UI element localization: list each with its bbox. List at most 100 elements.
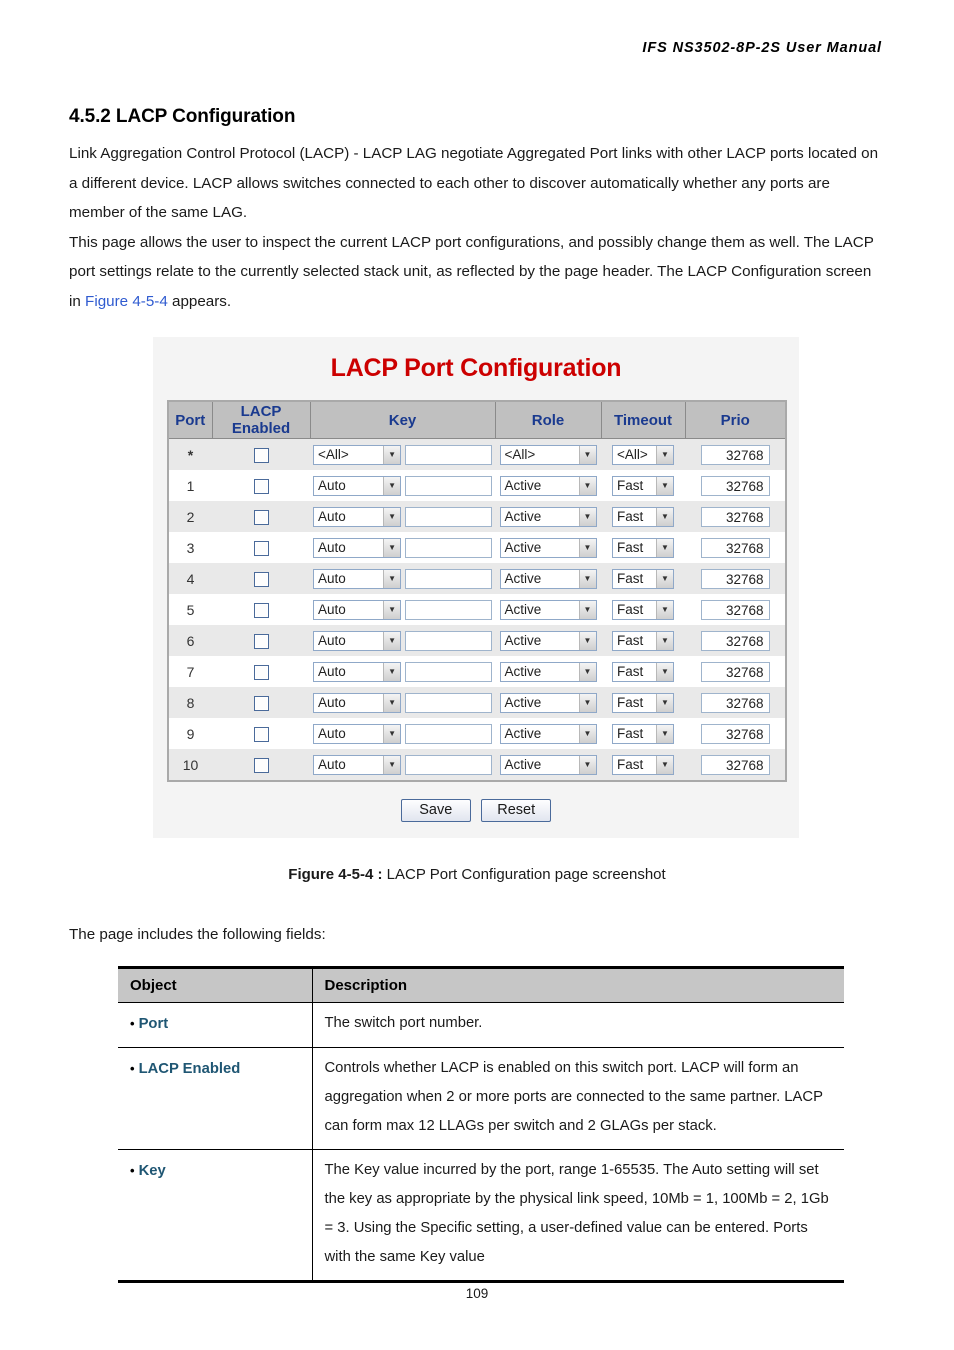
field-description-table: Object Description • Port The switch port …	[118, 966, 844, 1283]
timeout-cell: Fast ▼	[601, 501, 685, 532]
key-value-input[interactable]	[404, 475, 492, 496]
prio-input[interactable]: 32768	[700, 568, 770, 589]
role-select[interactable]: Active ▼	[499, 506, 597, 527]
prio-input[interactable]: 32768	[700, 692, 770, 713]
key-mode-select[interactable]: Auto ▼	[313, 754, 402, 775]
lacp-enabled-checkbox[interactable]	[253, 571, 269, 587]
reset-button[interactable]: Reset	[481, 799, 552, 822]
prio-cell: 32768	[685, 563, 785, 594]
timeout-cell: Fast ▼	[601, 470, 685, 501]
key-mode-select[interactable]: <All> ▼	[313, 444, 402, 465]
desc-column-header-description: Description	[312, 967, 844, 1003]
key-value-input[interactable]	[404, 723, 492, 744]
prio-input[interactable]: 32768	[700, 475, 770, 496]
column-header-timeout: Timeout	[601, 402, 686, 439]
prio-input[interactable]: 32768	[700, 599, 770, 620]
lacp-enabled-checkbox[interactable]	[253, 509, 269, 525]
key-mode-select-value: Auto	[318, 726, 346, 741]
table-row: • LACP Enabled Controls whether LACP is en…	[118, 1047, 844, 1150]
timeout-select[interactable]: Fast ▼	[612, 630, 674, 651]
chevron-down-icon: ▼	[656, 445, 673, 464]
port-number-cell: 8	[169, 687, 212, 718]
table-row: 9 Auto ▼ Active ▼ Fast ▼ 32768	[169, 718, 785, 749]
key-value-input[interactable]	[404, 444, 492, 465]
lacp-enabled-checkbox[interactable]	[253, 695, 269, 711]
prio-input[interactable]: 32768	[700, 754, 770, 775]
role-select[interactable]: Active ▼	[499, 723, 597, 744]
key-mode-select[interactable]: Auto ▼	[313, 661, 402, 682]
prio-input[interactable]: 32768	[700, 537, 770, 558]
key-mode-select[interactable]: Auto ▼	[313, 568, 402, 589]
timeout-select[interactable]: Fast ▼	[612, 599, 674, 620]
role-cell: Active ▼	[495, 749, 601, 780]
key-mode-select[interactable]: Auto ▼	[313, 506, 402, 527]
key-value-input[interactable]	[404, 692, 492, 713]
save-button[interactable]: Save	[400, 799, 471, 822]
object-name-text: LACP Enabled	[138, 1061, 241, 1077]
chevron-down-icon: ▼	[578, 755, 596, 774]
timeout-cell: Fast ▼	[601, 749, 685, 780]
role-select[interactable]: Active ▼	[499, 537, 597, 558]
timeout-select[interactable]: <All> ▼	[612, 444, 674, 465]
role-select[interactable]: Active ▼	[499, 475, 597, 496]
key-value-input[interactable]	[404, 506, 492, 527]
key-value-input[interactable]	[404, 754, 492, 775]
timeout-select[interactable]: Fast ▼	[612, 475, 674, 496]
prio-input[interactable]: 32768	[700, 661, 770, 682]
timeout-select[interactable]: Fast ▼	[612, 754, 674, 775]
key-mode-select[interactable]: Auto ▼	[313, 723, 402, 744]
lacp-enabled-checkbox[interactable]	[253, 757, 269, 773]
key-mode-select[interactable]: Auto ▼	[313, 599, 402, 620]
role-select[interactable]: Active ▼	[499, 599, 597, 620]
key-value-input[interactable]	[404, 537, 492, 558]
timeout-select[interactable]: Fast ▼	[612, 506, 674, 527]
role-select[interactable]: <All> ▼	[499, 444, 597, 465]
key-value-input[interactable]	[404, 661, 492, 682]
lacp-enabled-checkbox[interactable]	[253, 664, 269, 680]
key-value-input[interactable]	[404, 630, 492, 651]
role-select[interactable]: Active ▼	[499, 692, 597, 713]
fields-lead-in-text: The page includes the following fields:	[69, 926, 326, 943]
lacp-enabled-cell	[212, 594, 310, 625]
lacp-enabled-checkbox[interactable]	[253, 478, 269, 494]
role-select[interactable]: Active ▼	[499, 661, 597, 682]
port-number-cell: 10	[169, 749, 212, 780]
role-cell: Active ▼	[495, 594, 601, 625]
timeout-select[interactable]: Fast ▼	[612, 661, 674, 682]
timeout-select[interactable]: Fast ▼	[612, 692, 674, 713]
key-mode-select[interactable]: Auto ▼	[313, 537, 402, 558]
role-select-value: Active	[504, 509, 542, 524]
key-mode-select[interactable]: Auto ▼	[313, 692, 402, 713]
lacp-enabled-checkbox[interactable]	[253, 726, 269, 742]
column-header-lacp-enabled: LACP Enabled	[212, 402, 311, 439]
lacp-port-configuration-table-container: Port LACP Enabled Key Role Timeout Prio …	[167, 400, 787, 782]
prio-input[interactable]: 32768	[700, 723, 770, 744]
chevron-down-icon: ▼	[578, 507, 596, 526]
key-value-input[interactable]	[404, 568, 492, 589]
lacp-enabled-checkbox[interactable]	[253, 447, 269, 463]
chevron-down-icon: ▼	[383, 724, 401, 743]
role-select[interactable]: Active ▼	[499, 568, 597, 589]
lacp-enabled-checkbox[interactable]	[253, 633, 269, 649]
prio-input[interactable]: 32768	[700, 444, 770, 465]
figure-cross-reference-link[interactable]: Figure 4-5-4	[85, 293, 168, 310]
chevron-down-icon: ▼	[578, 631, 596, 650]
lacp-enabled-cell	[212, 438, 310, 470]
lacp-enabled-checkbox[interactable]	[253, 540, 269, 556]
lacp-enabled-cell	[212, 470, 310, 501]
bullet-icon: •	[130, 1163, 135, 1178]
key-mode-select[interactable]: Auto ▼	[313, 475, 402, 496]
key-mode-select-value: Auto	[318, 664, 346, 679]
key-value-input[interactable]	[404, 599, 492, 620]
timeout-select[interactable]: Fast ▼	[612, 537, 674, 558]
role-select[interactable]: Active ▼	[499, 754, 597, 775]
key-cell: Auto ▼	[310, 749, 495, 780]
object-name-label: • LACP Enabled	[130, 1061, 240, 1077]
role-select[interactable]: Active ▼	[499, 630, 597, 651]
prio-input[interactable]: 32768	[700, 630, 770, 651]
timeout-select[interactable]: Fast ▼	[612, 568, 674, 589]
key-mode-select[interactable]: Auto ▼	[313, 630, 402, 651]
lacp-enabled-checkbox[interactable]	[253, 602, 269, 618]
prio-input[interactable]: 32768	[700, 506, 770, 527]
timeout-select[interactable]: Fast ▼	[612, 723, 674, 744]
